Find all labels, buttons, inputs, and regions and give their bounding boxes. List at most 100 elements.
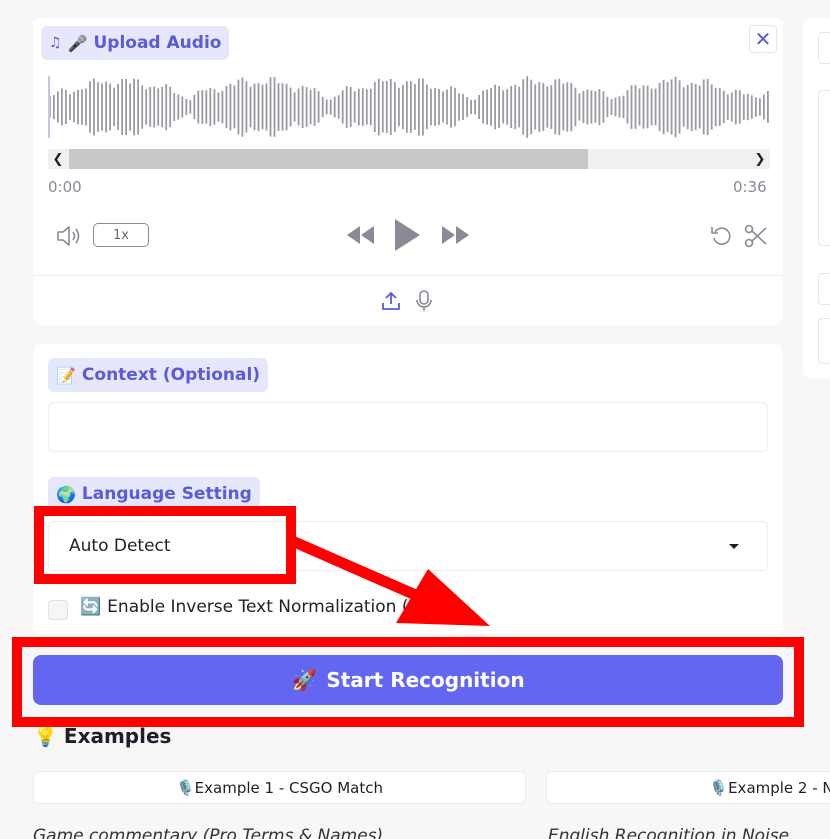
waveform-bar [742,94,745,120]
waveform-bar [301,85,304,129]
example-description-1: Game commentary (Pro Terms & Names) [33,826,384,839]
waveform-bar [410,81,412,133]
waveform-bar [746,93,749,121]
waveform-bar [285,83,288,131]
upload-icon[interactable] [380,290,402,312]
playback-speed-button[interactable]: 1x [93,223,149,247]
waveform-bar [454,87,456,127]
waveform-bar [498,85,500,129]
waveform-bar [490,88,492,126]
audio-upload-panel [33,18,783,325]
waveform-bar [297,88,300,126]
waveform-bar [93,78,95,136]
waveform-bar [686,84,689,130]
itn-label[interactable]: 🔄 Enable Inverse Text Normalization (ITN) [80,597,443,617]
waveform-bar [273,77,276,137]
scroll-right-icon[interactable]: ❯ [750,149,770,169]
waveform-bar [586,89,589,125]
waveform-bar [141,85,144,129]
waveform-bar [662,79,665,135]
waveform-bar [77,89,79,125]
waveform-bar [385,81,388,133]
waveform-bar [626,90,629,124]
waveform-bar [237,79,240,135]
waveform-bar [213,89,216,125]
output-chip-fragment [818,32,830,64]
waveform-bar [698,85,701,129]
play-icon[interactable] [392,217,422,253]
scroll-left-icon[interactable]: ❮ [48,149,68,169]
waveform-bar [730,92,733,122]
waveform-bar [169,86,172,128]
waveform-bar [714,87,717,127]
reset-icon[interactable] [709,223,735,249]
waveform-bar [329,99,332,115]
waveform-bar [293,92,296,122]
examples-title-text: Examples [63,724,172,748]
waveform-bar [121,79,123,135]
waveform-bar [678,80,681,134]
waveform-bar [257,82,260,132]
waveform-bar [610,99,613,116]
waveform-bar [546,86,549,128]
waveform-bar [582,91,585,124]
waveform-bar [129,83,131,131]
waveform-bar [65,89,67,124]
waveform-bar [646,85,649,129]
audio-waveform[interactable] [48,76,770,138]
waveform-bar [458,93,460,121]
waveform-bar [125,78,127,136]
playhead-cursor[interactable] [48,76,50,138]
refresh-icon: 🔄 [80,597,102,617]
waveform-bar [181,96,184,118]
example-button-1[interactable]: 🎙️Example 1 - CSGO Match [33,771,526,804]
fast-forward-icon[interactable] [440,224,472,246]
waveform-bar [722,90,725,124]
waveform-bar [718,88,721,126]
waveform-bar [650,88,653,126]
waveform-bar [622,95,625,119]
waveform-scrollbar[interactable]: ❮ ❯ [48,149,770,169]
waveform-bar [321,96,324,118]
waveform-bar [105,81,107,133]
waveform-bar [562,83,565,131]
waveform-bar [690,83,693,131]
microphone-icon: 🎤 [67,33,88,53]
waveform-bar [634,85,637,129]
waveform-bar [658,82,661,132]
context-input[interactable] [48,402,768,452]
waveform-bar [81,89,83,125]
waveform-bar [534,84,537,130]
rewind-icon[interactable] [345,224,377,246]
waveform-bar [349,87,352,127]
waveform-bar [89,81,91,133]
waveform-bar [345,86,348,128]
waveform-bar [185,99,188,115]
waveform-bar [522,79,525,135]
waveform-bar [201,90,204,124]
waveform-bar [406,81,408,133]
waveform-bar [750,95,753,119]
microphone-record-icon[interactable] [414,289,434,313]
itn-checkbox[interactable] [48,600,68,620]
trim-scissors-icon[interactable] [743,223,769,249]
waveform-bar [377,78,380,136]
waveform-bar [69,94,71,120]
waveform-bar [145,89,148,125]
waveform-bar [197,90,200,124]
language-label: Language Setting [81,484,252,504]
close-audio-button[interactable]: ✕ [749,25,777,53]
waveform-bar [365,89,368,125]
waveform-bar [630,85,633,129]
waveform-bar [369,88,372,126]
waveform-bar [149,87,152,127]
waveform-bar [269,77,272,137]
volume-icon[interactable] [55,224,83,248]
waveform-bar [309,89,312,125]
scrollbar-thumb[interactable] [69,149,588,169]
waveform-bar [381,81,384,133]
waveform-bar [241,77,244,137]
waveform-bar [373,81,376,133]
example-button-2[interactable]: 🎙️Example 2 - Noisy English [546,771,830,804]
waveform-bar [618,96,621,118]
